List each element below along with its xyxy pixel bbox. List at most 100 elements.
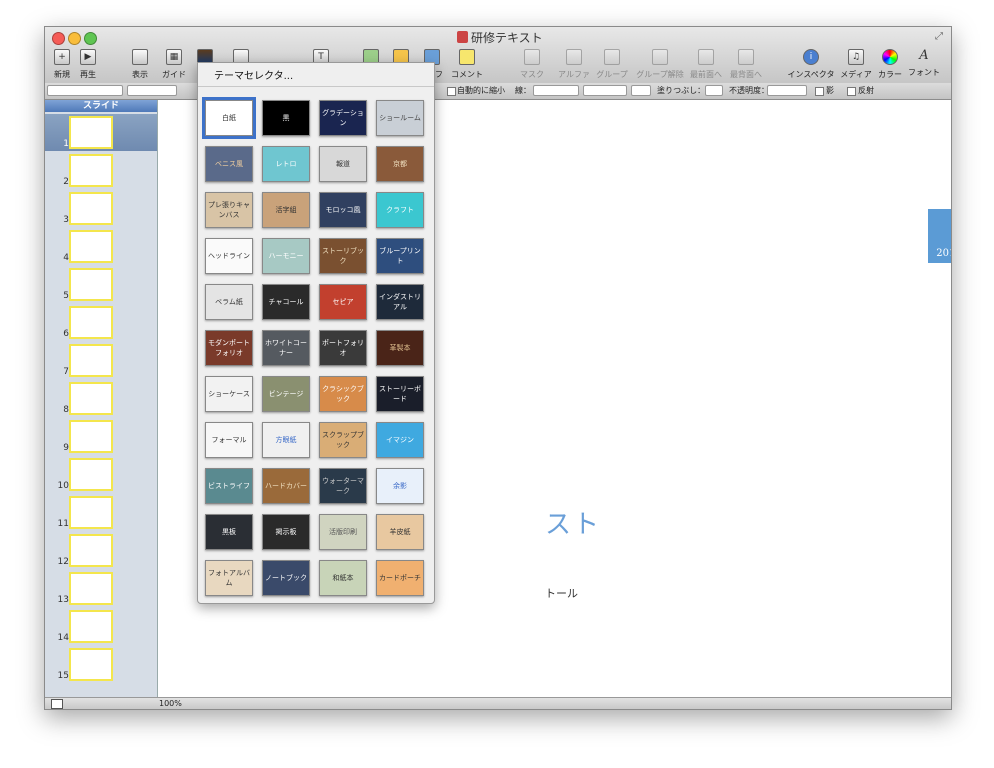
slide-row[interactable]: 10 [45, 456, 157, 493]
theme-thumbnail[interactable]: 黒板 [205, 514, 253, 550]
slide-row[interactable]: 11 [45, 494, 157, 531]
theme-thumbnail[interactable]: モダンポートフォリオ [205, 330, 253, 366]
style-popup[interactable] [47, 85, 123, 96]
slide-thumbnail[interactable] [69, 534, 113, 567]
slide-row[interactable]: 9 [45, 418, 157, 455]
slide-row[interactable]: 5 [45, 266, 157, 303]
theme-thumbnail[interactable]: 革製本 [376, 330, 424, 366]
theme-selector-menu-item[interactable]: テーマセレクタ... [214, 67, 293, 82]
theme-thumbnail[interactable]: ウォーターマーク [319, 468, 367, 504]
slide-row[interactable]: 13 [45, 570, 157, 607]
slide-thumbnail[interactable] [69, 344, 113, 377]
minimize-button[interactable] [68, 32, 81, 45]
theme-thumbnail[interactable]: ベラム紙 [205, 284, 253, 320]
theme-thumbnail[interactable]: チャコール [262, 284, 310, 320]
font-family-popup[interactable] [127, 85, 177, 96]
theme-thumbnail[interactable]: 活字組 [262, 192, 310, 228]
reflection-checkbox[interactable] [847, 87, 856, 96]
shadow-checkbox[interactable] [815, 87, 824, 96]
slide-thumbnail[interactable] [69, 572, 113, 605]
close-button[interactable] [52, 32, 65, 45]
slide-thumbnail[interactable] [69, 382, 113, 415]
slide-number: 4 [63, 253, 69, 263]
theme-label: ノートブック [265, 574, 307, 582]
slide-title-text[interactable]: スト [545, 504, 601, 541]
theme-thumbnail[interactable]: 和紙本 [319, 560, 367, 596]
slide-row[interactable]: 6 [45, 304, 157, 341]
theme-thumbnail[interactable]: ストーリーボード [376, 376, 424, 412]
theme-thumbnail[interactable]: ストーリブック [319, 238, 367, 274]
theme-thumbnail[interactable]: ベニス風 [205, 146, 253, 182]
theme-thumbnail[interactable]: ホワイトコーナー [262, 330, 310, 366]
slide-thumbnail[interactable] [69, 458, 113, 491]
slide-thumbnail[interactable] [69, 116, 113, 149]
theme-thumbnail[interactable]: ビストライフ [205, 468, 253, 504]
theme-thumbnail[interactable]: イマジン [376, 422, 424, 458]
theme-thumbnail[interactable]: 掲示板 [262, 514, 310, 550]
theme-thumbnail[interactable]: スクラップブック [319, 422, 367, 458]
slide-number: 12 [57, 557, 69, 567]
theme-thumbnail[interactable]: ショールーム [376, 100, 424, 136]
slide-row[interactable]: 7 [45, 342, 157, 379]
theme-thumbnail[interactable]: フォーマル [205, 422, 253, 458]
theme-thumbnail[interactable]: ポートフォリオ [319, 330, 367, 366]
color-wheel-icon [882, 49, 898, 65]
slide-row[interactable]: 12 [45, 532, 157, 569]
slide-navigator[interactable]: スライド 1 2 3 4 5 6 7 8 9 10 11 12 13 14 15 [45, 100, 158, 697]
theme-thumbnail[interactable]: クラフト [376, 192, 424, 228]
theme-thumbnail[interactable]: 黒 [262, 100, 310, 136]
slide-thumbnail[interactable] [69, 306, 113, 339]
theme-thumbnail[interactable]: フォトアルバム [205, 560, 253, 596]
slide-subtitle-text[interactable]: トール [545, 585, 578, 601]
slide-thumbnail[interactable] [69, 420, 113, 453]
theme-thumbnail[interactable]: レトロ [262, 146, 310, 182]
theme-thumbnail[interactable]: ブループリント [376, 238, 424, 274]
theme-thumbnail[interactable]: 京都 [376, 146, 424, 182]
slide-row[interactable]: 4 [45, 228, 157, 265]
slide-row[interactable]: 3 [45, 190, 157, 227]
view-mode-icon[interactable] [51, 699, 63, 709]
theme-thumbnail[interactable]: 方眼紙 [262, 422, 310, 458]
zoom-button[interactable] [84, 32, 97, 45]
theme-thumbnail[interactable]: ハードカバー [262, 468, 310, 504]
theme-thumbnail[interactable]: 白紙 [202, 97, 256, 139]
slide-row[interactable]: 8 [45, 380, 157, 417]
slide-thumbnail[interactable] [69, 610, 113, 643]
autoshrink-checkbox[interactable] [447, 87, 456, 96]
theme-thumbnail[interactable]: モロッコ風 [319, 192, 367, 228]
slide-row[interactable]: 14 [45, 608, 157, 645]
theme-thumbnail[interactable]: プレ張りキャンバス [205, 192, 253, 228]
theme-thumbnail[interactable]: クラシックブック [319, 376, 367, 412]
slide-row[interactable]: 15 [45, 646, 157, 683]
line-width-popup[interactable] [583, 85, 627, 96]
slide-row[interactable]: 2 [45, 152, 157, 189]
theme-thumbnail[interactable]: 活版印刷 [319, 514, 367, 550]
theme-thumbnail[interactable]: ビンテージ [262, 376, 310, 412]
theme-label: ビンテージ [268, 390, 304, 398]
slide-row[interactable]: 1 [45, 114, 157, 151]
slide-thumbnail[interactable] [69, 230, 113, 263]
fullscreen-icon[interactable]: ⤢ [935, 31, 945, 42]
shadow-label: 影 [826, 86, 834, 95]
slide-thumbnail[interactable] [69, 154, 113, 187]
zoom-level[interactable]: 100% [159, 698, 182, 709]
theme-thumbnail[interactable]: ヘッドライン [205, 238, 253, 274]
theme-thumbnail[interactable]: ハーモニー [262, 238, 310, 274]
line-color-well[interactable] [631, 85, 651, 96]
line-style-popup[interactable] [533, 85, 579, 96]
slide-thumbnail[interactable] [69, 192, 113, 225]
theme-thumbnail[interactable]: 羊皮紙 [376, 514, 424, 550]
slide-thumbnail[interactable] [69, 496, 113, 529]
theme-thumbnail[interactable]: ノートブック [262, 560, 310, 596]
theme-thumbnail[interactable]: グラデーション [319, 100, 367, 136]
opacity-popup[interactable] [767, 85, 807, 96]
theme-thumbnail[interactable]: ショーケース [205, 376, 253, 412]
theme-thumbnail[interactable]: インダストリアル [376, 284, 424, 320]
theme-thumbnail[interactable]: 報道 [319, 146, 367, 182]
slide-thumbnail[interactable] [69, 648, 113, 681]
theme-thumbnail[interactable]: 余影 [376, 468, 424, 504]
fill-color-well[interactable] [705, 85, 723, 96]
theme-thumbnail[interactable]: セピア [319, 284, 367, 320]
theme-thumbnail[interactable]: カードポーチ [376, 560, 424, 596]
slide-thumbnail[interactable] [69, 268, 113, 301]
